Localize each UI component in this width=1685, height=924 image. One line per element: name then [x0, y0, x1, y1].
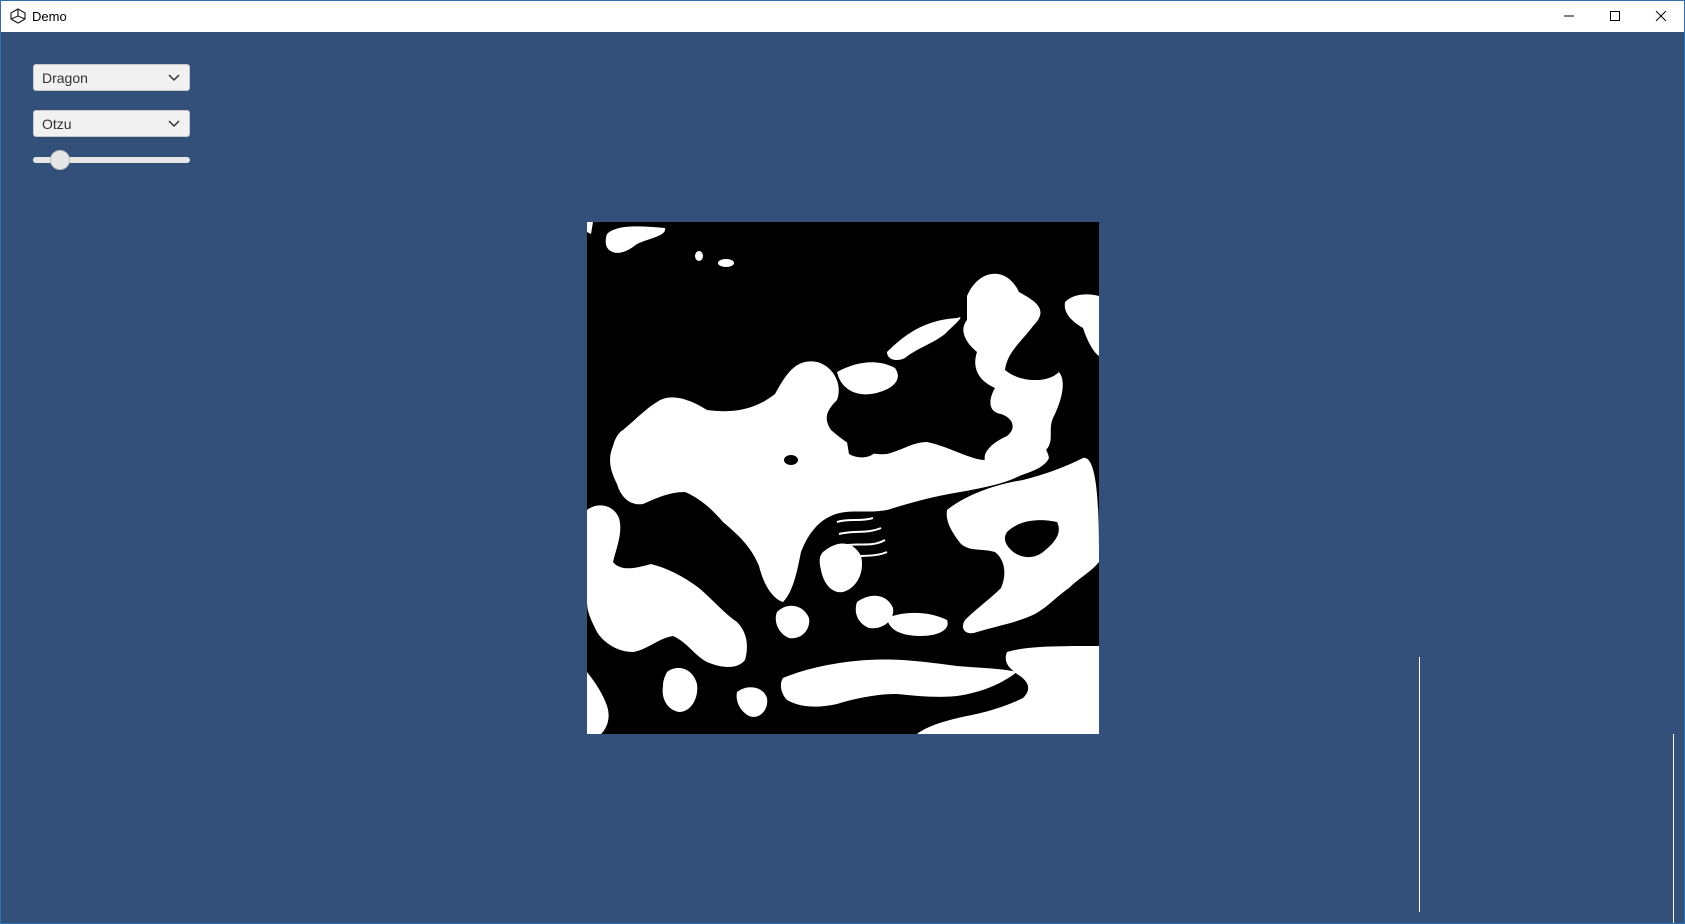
close-icon: [1655, 10, 1667, 22]
close-button[interactable]: [1638, 1, 1684, 31]
title-bar[interactable]: Demo: [1, 1, 1684, 31]
minimize-button[interactable]: [1546, 1, 1592, 31]
maximize-icon: [1610, 11, 1620, 21]
window-controls: [1546, 1, 1684, 31]
vertical-line: [1673, 734, 1674, 923]
slider-handle[interactable]: [50, 150, 70, 170]
threshold-slider[interactable]: [33, 150, 190, 170]
binarized-image: [587, 222, 1099, 734]
chevron-down-icon: [165, 115, 183, 133]
app-window: Demo Dragon Otzu: [0, 0, 1685, 924]
vertical-line: [1419, 657, 1420, 912]
main-canvas: Dragon Otzu: [1, 32, 1684, 923]
method-dropdown[interactable]: Otzu: [33, 110, 190, 137]
image-dropdown-label: Dragon: [42, 69, 88, 86]
minimize-icon: [1564, 15, 1574, 17]
maximize-button[interactable]: [1592, 1, 1638, 31]
chevron-down-icon: [165, 69, 183, 87]
image-dropdown[interactable]: Dragon: [33, 64, 190, 91]
unity-logo-icon: [10, 8, 26, 24]
method-dropdown-label: Otzu: [42, 115, 72, 132]
window-title: Demo: [32, 8, 67, 24]
